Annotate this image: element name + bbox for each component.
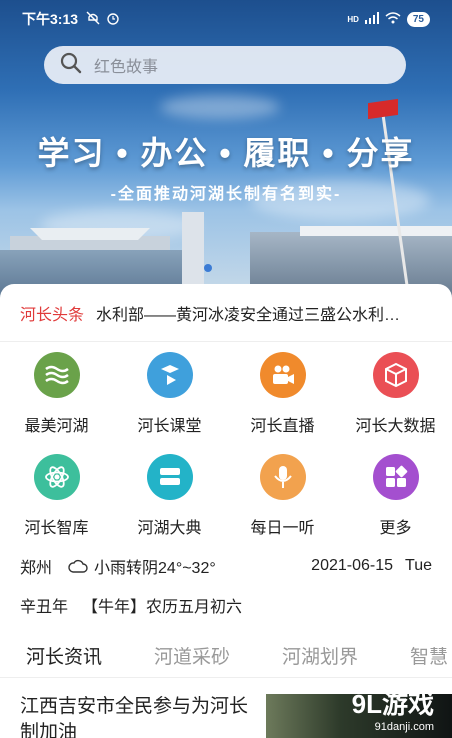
main-card: 河长头条 水利部——黄河冰凌安全通过三盛公水利… 最美河湖 河长课堂 河长直播 bbox=[0, 284, 452, 738]
feature-more[interactable]: 更多 bbox=[339, 450, 452, 544]
alarm-icon bbox=[106, 11, 120, 28]
grid-icon bbox=[372, 454, 419, 500]
banner-slogan: 学习 • 办公 • 履职 • 分享 bbox=[37, 135, 415, 171]
status-time: 下午3:13 bbox=[22, 11, 79, 27]
tab-river-news[interactable]: 河长资讯 bbox=[26, 634, 102, 669]
hero-banner[interactable]: 下午3:13 HD 75 红色故事 学习 • 办公 • 履职 • 分享 -全面推… bbox=[0, 0, 452, 300]
feature-label: 河长智库 bbox=[24, 520, 89, 537]
feature-river-classroom[interactable]: 河长课堂 bbox=[113, 348, 226, 442]
news-ticker[interactable]: 河长头条 水利部——黄河冰凌安全通过三盛公水利… bbox=[0, 284, 452, 342]
carousel-indicator bbox=[204, 264, 212, 272]
lunar-row: 辛丑年 【牛年】 农历五月初六 bbox=[20, 593, 432, 617]
feature-big-data[interactable]: 河长大数据 bbox=[339, 348, 452, 442]
lunar-zodiac: 【牛年】 bbox=[82, 599, 147, 616]
atom-icon bbox=[33, 454, 80, 500]
feature-beautiful-rivers[interactable]: 最美河湖 bbox=[0, 348, 113, 442]
feature-label: 河长大数据 bbox=[355, 418, 436, 435]
weather-city: 郑州 bbox=[20, 560, 53, 577]
network-label: HD bbox=[347, 14, 359, 24]
cloud-icon bbox=[68, 559, 88, 573]
news-tag: 河长头条 bbox=[20, 306, 85, 324]
tab-river-sand[interactable]: 河道采砂 bbox=[154, 634, 230, 669]
feature-label: 最美河湖 bbox=[24, 418, 89, 435]
watermark-url: 91danji.com bbox=[374, 721, 434, 733]
video-icon bbox=[259, 352, 306, 398]
search-placeholder: 红色故事 bbox=[94, 59, 159, 76]
article-title: 江西吉安市全民参与为河长制加油 bbox=[20, 696, 249, 738]
status-bar: 下午3:13 HD 75 bbox=[0, 0, 452, 38]
search-icon bbox=[60, 52, 82, 79]
feature-grid: 最美河湖 河长课堂 河长直播 河长大数据 河长智库 河湖大典 每日一听 更多 bbox=[0, 348, 452, 544]
watermark-text: 9L游戏 bbox=[351, 689, 434, 719]
waves-icon bbox=[33, 352, 80, 398]
feature-label: 每日一听 bbox=[250, 520, 315, 537]
feature-label: 河长直播 bbox=[250, 418, 315, 435]
lunar-year: 辛丑年 bbox=[20, 599, 69, 616]
feature-think-tank[interactable]: 河长智库 bbox=[0, 450, 113, 544]
flag bbox=[368, 98, 398, 120]
feature-river-encyclopedia[interactable]: 河湖大典 bbox=[113, 450, 226, 544]
tab-bar: 河长资讯 河道采砂 河湖划界 智慧 bbox=[0, 634, 452, 678]
weather-row: 郑州 小雨转阴24°~32° 2021-06-15 Tue bbox=[20, 554, 432, 578]
play-icon bbox=[146, 352, 193, 398]
mute-icon bbox=[86, 11, 100, 28]
cloud-decoration bbox=[160, 95, 280, 119]
feature-label: 更多 bbox=[379, 520, 412, 537]
signal-icon bbox=[364, 11, 379, 27]
tab-river-boundary[interactable]: 河湖划界 bbox=[282, 634, 358, 669]
building-decoration bbox=[30, 228, 150, 240]
building-decoration bbox=[300, 226, 452, 236]
lunar-date: 农历五月初六 bbox=[146, 599, 243, 616]
battery-indicator: 75 bbox=[406, 11, 430, 27]
search-input[interactable]: 红色故事 bbox=[44, 46, 406, 84]
wifi-icon bbox=[385, 11, 401, 27]
microphone-icon bbox=[259, 454, 306, 500]
book-icon bbox=[146, 454, 193, 500]
feature-label: 河长课堂 bbox=[137, 418, 202, 435]
feature-daily-listen[interactable]: 每日一听 bbox=[226, 450, 339, 544]
weather-condition: 小雨转阴24°~32° bbox=[94, 560, 216, 577]
banner-subslogan: -全面推动河湖长制有名到实- bbox=[110, 186, 342, 203]
weather-date: 2021-06-15 bbox=[311, 557, 394, 574]
tab-smart[interactable]: 智慧 bbox=[410, 634, 448, 669]
cube-icon bbox=[372, 352, 419, 398]
watermark-logo: 9L游戏 91danji.com bbox=[330, 684, 452, 738]
feature-label: 河湖大典 bbox=[137, 520, 202, 537]
news-headline[interactable]: 水利部——黄河冰凌安全通过三盛公水利… bbox=[96, 301, 432, 325]
feature-river-live[interactable]: 河长直播 bbox=[226, 348, 339, 442]
weather-weekday: Tue bbox=[405, 557, 432, 574]
